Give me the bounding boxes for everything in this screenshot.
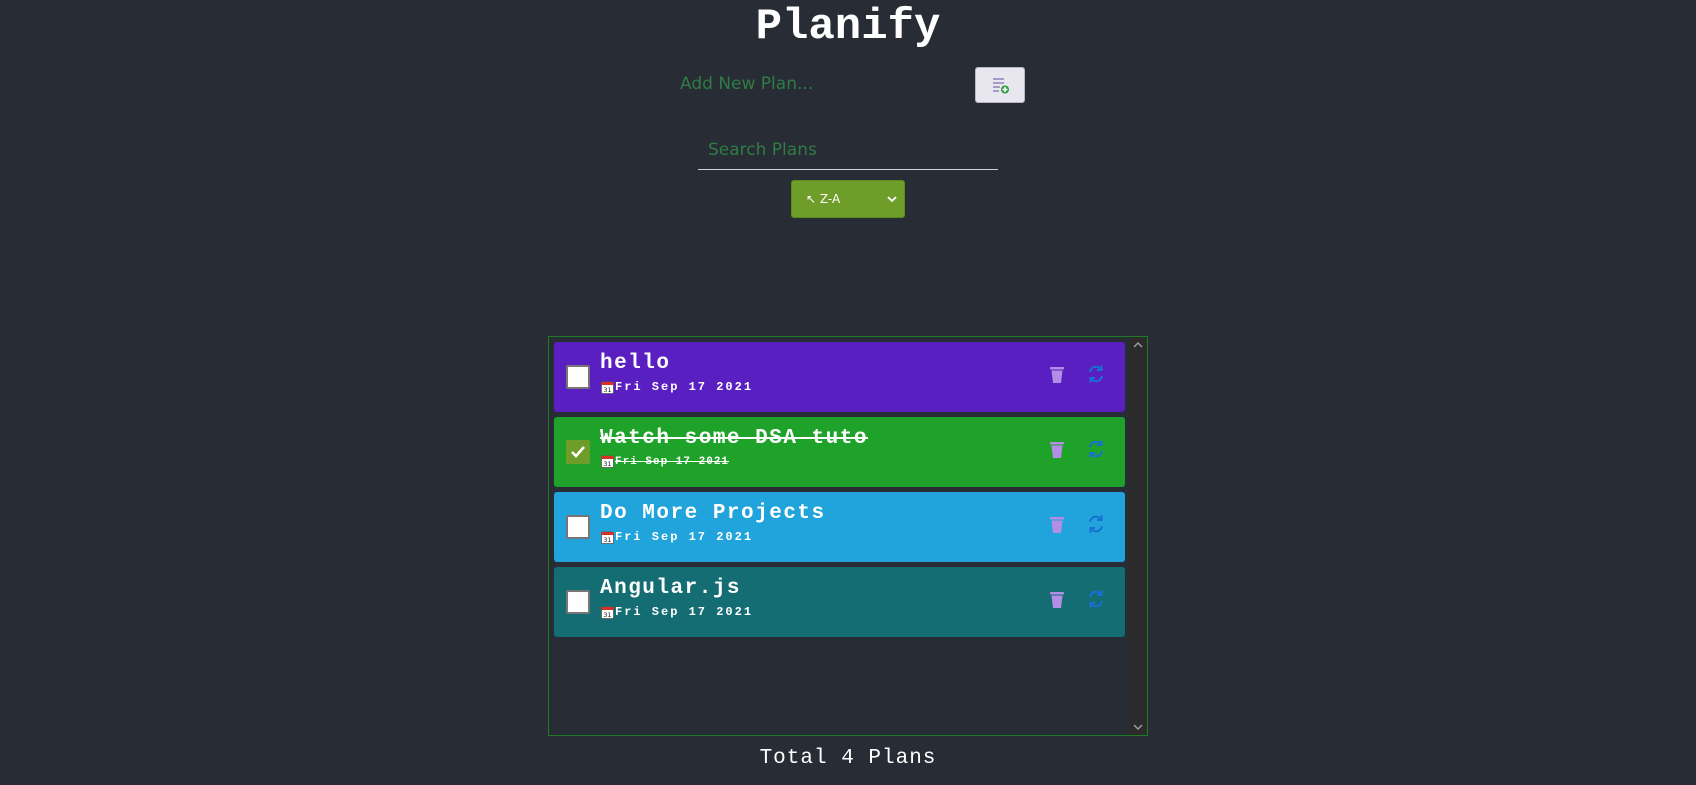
- new-plan-input[interactable]: [672, 66, 972, 102]
- plan-list[interactable]: hello 31 Fri Sep 17 2021 Watch some DSA …: [548, 336, 1148, 736]
- trash-icon: [1049, 591, 1065, 614]
- scroll-down-arrow-icon[interactable]: [1129, 719, 1147, 735]
- trash-icon: [1049, 441, 1065, 464]
- delete-button[interactable]: [1047, 441, 1067, 464]
- edit-button[interactable]: [1085, 440, 1107, 462]
- plan-date: Fri Sep 17 2021: [615, 605, 754, 619]
- plan-checkbox[interactable]: [566, 515, 590, 539]
- plan-date: Fri Sep 17 2021: [615, 380, 754, 394]
- plan-date-row: 31 Fri Sep 17 2021: [601, 530, 753, 544]
- plan-checkbox[interactable]: [566, 440, 590, 464]
- edit-button[interactable]: [1085, 365, 1107, 387]
- sort-select[interactable]: ↖ Z-A: [791, 180, 905, 218]
- plan-date: Fri Sep 17 2021: [615, 530, 754, 544]
- plan-title: Watch some DSA tuto: [600, 427, 868, 450]
- sort-selected-label: ↖ Z-A: [806, 192, 841, 206]
- edit-button[interactable]: [1085, 590, 1107, 612]
- refresh-edit-icon: [1086, 438, 1106, 465]
- refresh-edit-icon: [1086, 363, 1106, 390]
- add-plan-button[interactable]: [975, 67, 1025, 103]
- app-root: Planify ↖ Z-A hello: [0, 0, 1696, 785]
- plan-item: Watch some DSA tuto 31 Fri Sep 17 2021: [554, 417, 1125, 487]
- delete-button[interactable]: [1047, 366, 1067, 389]
- plan-item: Do More Projects 31 Fri Sep 17 2021: [554, 492, 1125, 562]
- search-input[interactable]: [698, 130, 998, 170]
- svg-text:31: 31: [603, 386, 611, 394]
- scrollbar[interactable]: [1129, 337, 1147, 735]
- edit-button[interactable]: [1085, 515, 1107, 537]
- plan-checkbox[interactable]: [566, 365, 590, 389]
- add-list-icon: [990, 75, 1010, 95]
- chevron-down-icon: [886, 192, 898, 209]
- svg-text:31: 31: [603, 611, 611, 619]
- scroll-up-arrow-icon[interactable]: [1129, 337, 1147, 353]
- svg-text:31: 31: [603, 536, 611, 544]
- plan-item: hello 31 Fri Sep 17 2021: [554, 342, 1125, 412]
- calendar-icon: 31: [601, 606, 614, 619]
- plan-title: Angular.js: [600, 577, 742, 600]
- plan-title: Do More Projects: [600, 502, 826, 525]
- plan-date: Fri Sep 17 2021: [615, 455, 730, 468]
- plan-date-row: 31 Fri Sep 17 2021: [601, 605, 753, 619]
- plan-date-row: 31 Fri Sep 17 2021: [601, 455, 729, 468]
- plan-date-row: 31 Fri Sep 17 2021: [601, 380, 753, 394]
- delete-button[interactable]: [1047, 591, 1067, 614]
- svg-text:31: 31: [603, 460, 611, 468]
- calendar-icon: 31: [601, 381, 614, 394]
- plan-item: Angular.js 31 Fri Sep 17 2021: [554, 567, 1125, 637]
- app-title: Planify: [755, 2, 941, 52]
- trash-icon: [1049, 366, 1065, 389]
- delete-button[interactable]: [1047, 516, 1067, 539]
- plan-title: hello: [600, 352, 671, 375]
- trash-icon: [1049, 516, 1065, 539]
- calendar-icon: 31: [601, 531, 614, 544]
- refresh-edit-icon: [1086, 513, 1106, 540]
- plan-checkbox[interactable]: [566, 590, 590, 614]
- refresh-edit-icon: [1086, 588, 1106, 615]
- calendar-icon: 31: [601, 455, 614, 468]
- total-plans-count: Total 4 Plans: [759, 747, 937, 770]
